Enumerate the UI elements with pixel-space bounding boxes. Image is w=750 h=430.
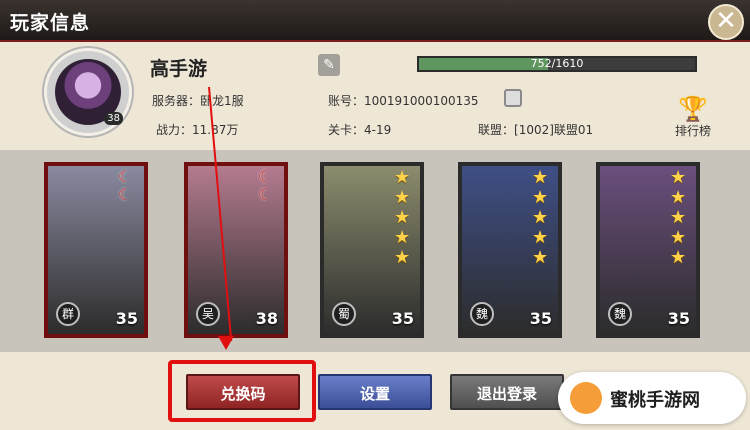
avatar[interactable]: 38: [44, 48, 132, 136]
moon-icon: ☾: [258, 167, 273, 186]
account-info: 账号：100191000100135: [328, 92, 479, 109]
moon-icon: ☾: [118, 185, 133, 204]
moon-icon: ☾: [258, 185, 273, 204]
power-value: 11.87万: [192, 123, 239, 137]
stage-value: 4-19: [364, 123, 392, 137]
alliance-label: 联盟：: [478, 123, 515, 137]
hero-card[interactable]: ☾ ☾ 吴 38: [184, 162, 288, 338]
hero-card[interactable]: ☾ ☾ 群 35: [44, 162, 148, 338]
hero-level: 35: [115, 309, 138, 328]
star-icons: ★ ★ ★ ★ ★: [532, 168, 556, 268]
peach-logo-icon: [570, 382, 602, 414]
logout-button[interactable]: 退出登录: [450, 374, 564, 410]
faction-badge: 魏: [608, 302, 632, 326]
close-icon[interactable]: ✕: [708, 4, 744, 40]
star-icon: ★: [532, 167, 549, 188]
redeem-code-button[interactable]: 兑换码: [186, 374, 300, 410]
faction-badge: 魏: [470, 302, 494, 326]
star-icon: ★: [394, 227, 411, 248]
player-info-panel: 玩家信息 ✕ 38 高手游 ✎ 752/1610 服务器：卧龙1服 账号：100…: [0, 0, 750, 430]
server-label: 服务器：: [152, 94, 201, 108]
star-icon: ★: [394, 247, 411, 268]
watermark: 蜜桃手游网: [558, 372, 746, 424]
ranking-button[interactable]: 🏆 排行榜: [672, 96, 714, 139]
star-icon: ★: [532, 207, 549, 228]
server-value: 卧龙1服: [200, 94, 244, 108]
faction-badge: 吴: [196, 302, 220, 326]
faction-badge: 群: [56, 302, 80, 326]
account-value: 100191000100135: [364, 94, 479, 108]
moon-icon: ☾: [118, 167, 133, 186]
star-icon: ★: [394, 187, 411, 208]
exp-text: 752/1610: [530, 57, 584, 70]
star-icon: ★: [670, 227, 687, 248]
title-bar: 玩家信息 ✕: [0, 0, 750, 42]
faction-badge: 蜀: [332, 302, 356, 326]
hero-level: 38: [255, 309, 278, 328]
moon-icons: ☾ ☾: [118, 168, 140, 204]
star-icons: ★ ★ ★ ★ ★: [394, 168, 418, 268]
hero-list: ☾ ☾ 群 35 ☾ ☾ 吴 38 ★ ★ ★ ★ ★ 蜀 35 ★ ★ ★ ★ ★ 魏 35 ★ ★…: [44, 162, 714, 338]
star-icons: ★ ★ ★ ★ ★: [670, 168, 694, 268]
star-icon: ★: [532, 227, 549, 248]
star-icon: ★: [394, 167, 411, 188]
star-icon: ★: [670, 207, 687, 228]
account-label: 账号：: [328, 94, 365, 108]
copy-icon[interactable]: [504, 89, 522, 107]
trophy-icon: 🏆: [678, 95, 708, 123]
hero-level: 35: [529, 309, 552, 328]
settings-button[interactable]: 设置: [318, 374, 432, 410]
stage-label: 关卡：: [328, 123, 365, 137]
alliance-value: [1002]联盟01: [514, 123, 594, 137]
star-icon: ★: [394, 207, 411, 228]
watermark-text: 蜜桃手游网: [610, 390, 700, 411]
star-icon: ★: [670, 247, 687, 268]
power-info: 战力：11.87万: [156, 121, 238, 138]
hero-card[interactable]: ★ ★ ★ ★ ★ 蜀 35: [320, 162, 424, 338]
server-info: 服务器：卧龙1服: [152, 92, 244, 109]
stage-info: 关卡：4-19: [328, 121, 391, 138]
edit-icon[interactable]: ✎: [318, 54, 340, 76]
star-icon: ★: [532, 187, 549, 208]
power-label: 战力：: [156, 123, 193, 137]
ranking-label: 排行榜: [674, 124, 711, 138]
annotation-arrow-head: [218, 336, 234, 350]
alliance-info: 联盟：[1002]联盟01: [478, 121, 593, 138]
avatar-level: 38: [104, 112, 123, 125]
star-icon: ★: [670, 167, 687, 188]
star-icon: ★: [670, 187, 687, 208]
hero-level: 35: [391, 309, 414, 328]
star-icon: ★: [532, 247, 549, 268]
exp-bar: 752/1610: [417, 56, 697, 72]
hero-level: 35: [667, 309, 690, 328]
moon-icons: ☾ ☾: [258, 168, 280, 204]
hero-card[interactable]: ★ ★ ★ ★ ★ 魏 35: [458, 162, 562, 338]
window-title: 玩家信息: [10, 12, 91, 34]
player-name: 高手游: [150, 58, 208, 80]
hero-card[interactable]: ★ ★ ★ ★ ★ 魏 35: [596, 162, 700, 338]
